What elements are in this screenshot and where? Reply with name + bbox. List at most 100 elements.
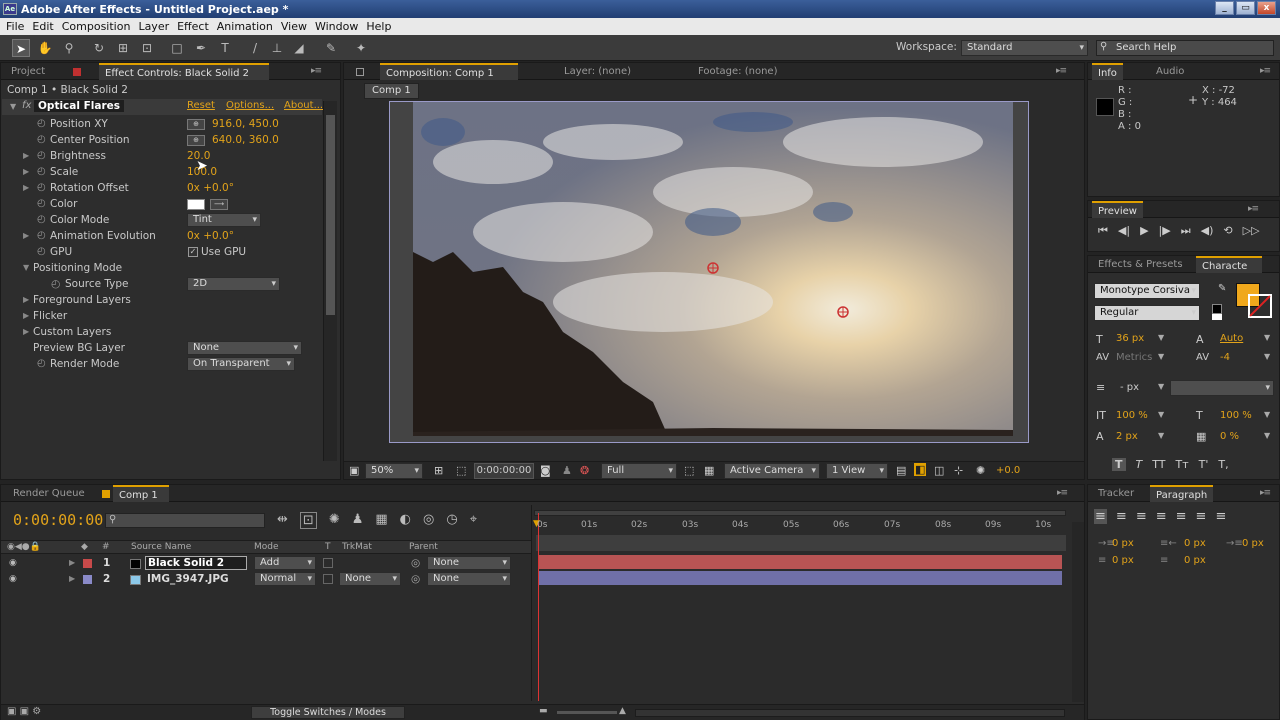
timeline-graph-area[interactable]: ▼: [531, 505, 1071, 701]
faux-bold-icon[interactable]: T: [1112, 458, 1126, 471]
prop-row[interactable]: ◴ GPU ✓ Use GPU: [1, 244, 321, 260]
type-tool-icon[interactable]: T: [216, 39, 234, 57]
live-update-icon[interactable]: ⊡: [299, 512, 317, 529]
loop-icon[interactable]: ⟲: [1223, 224, 1232, 238]
chevron-down-icon[interactable]: ▼: [1264, 352, 1270, 361]
layer-row[interactable]: ◉ ▶ 1 Black Solid 2 Add ◎ None: [1, 555, 531, 571]
expand-triangle-icon[interactable]: ▶: [69, 571, 75, 587]
prop-row[interactable]: ▶ ◴ Rotation Offset 0x +0.0°: [1, 180, 321, 196]
brush-tool-icon[interactable]: /: [246, 39, 264, 57]
chevron-down-icon[interactable]: ▼: [1158, 352, 1164, 361]
workspace-select[interactable]: Standard: [961, 40, 1088, 56]
blend-mode-select[interactable]: Add: [254, 556, 316, 570]
next-frame-icon[interactable]: |▶: [1159, 224, 1171, 238]
justify-all-icon[interactable]: ≡: [1215, 509, 1226, 524]
av-features-icon[interactable]: ◉◀●🔒: [7, 541, 41, 553]
tab-render-queue[interactable]: Render Queue: [7, 485, 91, 502]
transparency-grid-icon[interactable]: ▦: [704, 464, 714, 477]
horizontal-scale-value[interactable]: 100 %: [1220, 410, 1252, 421]
expand-triangle-icon[interactable]: ▶: [23, 324, 29, 340]
all-caps-icon[interactable]: TT: [1152, 458, 1165, 471]
current-time-display[interactable]: 0:00:00:00: [474, 463, 534, 479]
chevron-down-icon[interactable]: ▼: [1158, 431, 1164, 440]
panel-menu-icon[interactable]: ▸≡: [311, 66, 322, 76]
tab-paragraph[interactable]: Paragraph: [1150, 485, 1214, 502]
close-button[interactable]: x: [1257, 1, 1276, 15]
view-layout-select[interactable]: 1 View: [826, 463, 888, 479]
stopwatch-icon[interactable]: ◴: [51, 276, 60, 292]
prop-group-row[interactable]: ▶ Custom Layers: [1, 324, 321, 340]
region-of-interest-icon[interactable]: ⬚: [684, 464, 694, 477]
stopwatch-icon[interactable]: ◴: [37, 116, 46, 132]
comp-subtab[interactable]: Comp 1: [364, 83, 419, 99]
menu-help[interactable]: Help: [362, 20, 395, 33]
about-link[interactable]: About...: [284, 100, 323, 111]
expand-triangle-icon[interactable]: ▶: [23, 180, 29, 196]
tab-project[interactable]: Project: [5, 63, 51, 80]
label-icon[interactable]: ◆: [81, 541, 88, 553]
layer-name[interactable]: IMG_3947.JPG: [147, 571, 229, 587]
rectangle-tool-icon[interactable]: □: [168, 39, 186, 57]
layer-2-duration-bar[interactable]: [538, 571, 1062, 585]
always-preview-icon[interactable]: ▣: [349, 464, 359, 477]
magnification-select[interactable]: 50%: [365, 463, 423, 479]
preserve-transparency-checkbox[interactable]: [323, 574, 333, 584]
last-frame-icon[interactable]: ⏭: [1181, 224, 1191, 238]
draft-3d-icon[interactable]: ✺: [329, 512, 340, 529]
small-caps-icon[interactable]: Tт: [1176, 458, 1189, 471]
play-icon[interactable]: ▶: [1140, 224, 1148, 238]
layer-1-duration-bar[interactable]: [538, 555, 1062, 569]
stopwatch-icon[interactable]: ◴: [37, 244, 46, 260]
prop-row[interactable]: ▶ ◴ Scale 100.0: [1, 164, 321, 180]
space-after-value[interactable]: 0 px: [1184, 555, 1206, 566]
render-mode-select[interactable]: On Transparent: [187, 357, 295, 371]
timeline-current-time[interactable]: 0:00:00:00: [13, 511, 103, 529]
comp-viewer-image[interactable]: [413, 102, 1013, 436]
justify-center-icon[interactable]: ≡: [1176, 509, 1187, 524]
reset-link[interactable]: Reset: [187, 100, 215, 111]
roto-brush-tool-icon[interactable]: ✎: [322, 39, 340, 57]
channel-icon[interactable]: ❂: [580, 464, 589, 477]
eyedropper-icon[interactable]: ⟶: [210, 199, 228, 210]
shy-icon[interactable]: ♟: [352, 512, 364, 529]
expand-triangle-icon[interactable]: ▶: [23, 228, 29, 244]
vertical-scale-value[interactable]: 100 %: [1116, 410, 1148, 421]
track-matte-select[interactable]: None: [339, 572, 401, 586]
prop-group-row[interactable]: ▶ Flicker: [1, 308, 321, 324]
menu-view[interactable]: View: [277, 20, 311, 33]
zoom-tool-icon[interactable]: ⚲: [60, 39, 78, 57]
exposure-icon[interactable]: ✺: [976, 464, 985, 477]
stroke-width-value[interactable]: - px: [1120, 382, 1139, 393]
align-right-icon[interactable]: ≡: [1136, 509, 1147, 524]
audio-icon[interactable]: ◀): [1201, 224, 1214, 238]
faux-italic-icon[interactable]: T: [1136, 458, 1143, 471]
prop-row[interactable]: ▶ ◴ Brightness 20.0: [1, 148, 321, 164]
options-link[interactable]: Options...: [226, 100, 274, 111]
timeline-vertical-scrollbar[interactable]: [1072, 522, 1084, 702]
chevron-down-icon[interactable]: ▼: [1158, 333, 1164, 342]
indent-right-value[interactable]: 0 px: [1184, 538, 1206, 549]
expand-triangle-icon[interactable]: ▶: [23, 164, 29, 180]
menu-edit[interactable]: Edit: [28, 20, 57, 33]
chevron-down-icon[interactable]: ▼: [1158, 410, 1164, 419]
safe-zones-icon[interactable]: ⊞: [434, 464, 443, 477]
zoom-in-icon[interactable]: ▲: [619, 706, 626, 716]
comp-mini-flowchart-icon[interactable]: ⇹: [277, 512, 288, 529]
tab-preview[interactable]: Preview: [1092, 201, 1143, 218]
prop-row[interactable]: ▶ ◴ Animation Evolution 0x +0.0°: [1, 228, 321, 244]
fx-icon[interactable]: fx: [22, 100, 31, 111]
stopwatch-icon[interactable]: ◴: [37, 148, 46, 164]
leading-value[interactable]: Auto: [1220, 333, 1243, 344]
black-swatch[interactable]: [1212, 304, 1222, 314]
prop-value[interactable]: 0x +0.0°: [187, 180, 234, 196]
exposure-value[interactable]: +0.0: [996, 465, 1020, 476]
expand-triangle-icon[interactable]: ▼: [10, 99, 16, 115]
tab-effects-presets[interactable]: Effects & Presets: [1092, 256, 1189, 273]
work-area-bar[interactable]: [534, 510, 1066, 516]
align-left-icon[interactable]: ≡: [1094, 509, 1107, 524]
font-style-select[interactable]: Regular: [1094, 305, 1200, 321]
prop-row[interactable]: ◴ Source Type 2D: [1, 276, 321, 292]
timeline-horizontal-scrollbar[interactable]: [635, 709, 1065, 717]
mode-header[interactable]: Mode: [254, 541, 279, 553]
prop-row[interactable]: ◴ Render Mode On Transparent: [1, 356, 321, 372]
